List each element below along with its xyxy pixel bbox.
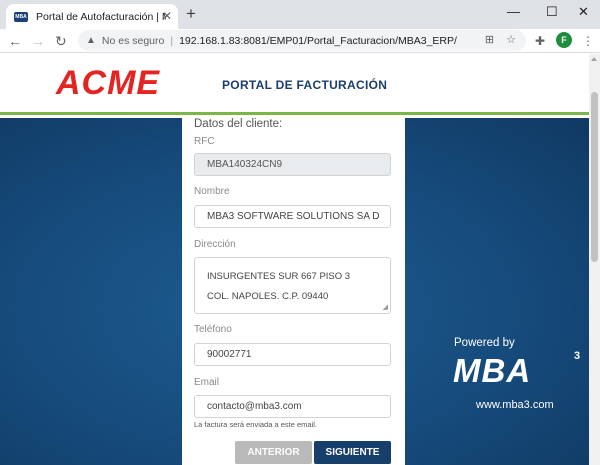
address-separator: | [170, 34, 174, 47]
site-favicon-icon: MBA [14, 11, 28, 22]
address-bar-icons: ⊞ ☆ [485, 33, 516, 46]
mba3-logo-superscript: 3 [574, 350, 581, 362]
page-viewport: ACME PORTAL DE FACTURACIÓN Datos del cli… [0, 54, 589, 465]
close-window-icon[interactable]: ✕ [578, 3, 589, 21]
nombre-label: Nombre [194, 186, 230, 197]
warning-icon[interactable]: ▲ [86, 35, 96, 46]
minimize-icon[interactable]: — [507, 3, 520, 21]
email-field[interactable]: contacto@mba3.com [194, 395, 391, 418]
tab-title: Portal de Autofacturación | MBA3 [36, 10, 166, 23]
close-tab-icon[interactable]: ✕ [162, 9, 172, 23]
next-button[interactable]: SIGUIENTE [314, 441, 391, 464]
email-hint: La factura será enviada a este email. [194, 420, 317, 429]
maximize-icon[interactable]: ☐ [546, 3, 558, 21]
direccion-line-1: INSURGENTES SUR 667 PISO 3 [207, 271, 351, 282]
profile-avatar[interactable]: F [556, 32, 572, 48]
telefono-label: Teléfono [194, 324, 232, 335]
bookmark-star-icon[interactable]: ☆ [506, 33, 516, 46]
translate-icon[interactable]: ⊞ [485, 33, 494, 46]
direccion-label: Dirección [194, 239, 236, 250]
forward-icon[interactable]: → [31, 32, 45, 50]
new-tab-icon[interactable]: + [186, 5, 196, 23]
security-label[interactable]: No es seguro [102, 35, 164, 47]
site-header: ACME PORTAL DE FACTURACIÓN [0, 54, 589, 115]
browser-tab-bar: MBA Portal de Autofacturación | MBA3 ✕ +… [0, 0, 600, 29]
scroll-thumb[interactable] [591, 92, 598, 262]
rfc-field[interactable]: MBA140324CN9 [194, 153, 391, 176]
address-bar[interactable]: ▲ No es seguro | 192.168.1.83:8081/EMP01… [78, 30, 526, 51]
direccion-textarea[interactable]: INSURGENTES SUR 667 PISO 3 COL. NAPOLES.… [194, 257, 391, 314]
url-text[interactable]: 192.168.1.83:8081/EMP01/Portal_Facturaci… [179, 35, 457, 47]
section-title: Datos del cliente: [194, 118, 283, 130]
direccion-line-2: COL. NAPOLES. C.P. 09440 [207, 291, 329, 302]
page-title: PORTAL DE FACTURACIÓN [222, 78, 388, 92]
previous-button[interactable]: ANTERIOR [235, 441, 312, 464]
scroll-up-arrow-icon[interactable] [591, 57, 597, 61]
website-link[interactable]: www.mba3.com [476, 399, 554, 411]
back-icon[interactable]: ← [8, 32, 22, 50]
extensions-puzzle-icon[interactable]: ✚ [535, 33, 545, 49]
telefono-field[interactable]: 90002771 [194, 343, 391, 366]
customer-form: Datos del cliente: RFC MBA140324CN9 Nomb… [182, 118, 405, 465]
mba3-logo: MBA [453, 352, 532, 389]
browser-toolbar: ← → ↻ ▲ No es seguro | 192.168.1.83:8081… [0, 29, 600, 53]
acme-logo: ACME [56, 64, 161, 102]
vertical-scrollbar[interactable] [589, 54, 600, 465]
resize-handle-icon[interactable]: ◢ [383, 304, 388, 311]
reload-icon[interactable]: ↻ [55, 32, 67, 50]
browser-tab[interactable]: MBA Portal de Autofacturación | MBA3 ✕ [6, 4, 178, 29]
email-label: Email [194, 377, 220, 388]
rfc-label: RFC [194, 136, 215, 147]
powered-by-text: Powered by [454, 337, 515, 349]
nombre-field[interactable]: MBA3 SOFTWARE SOLUTIONS SA D [194, 205, 391, 228]
kebab-menu-icon[interactable]: ⋮ [582, 33, 594, 49]
